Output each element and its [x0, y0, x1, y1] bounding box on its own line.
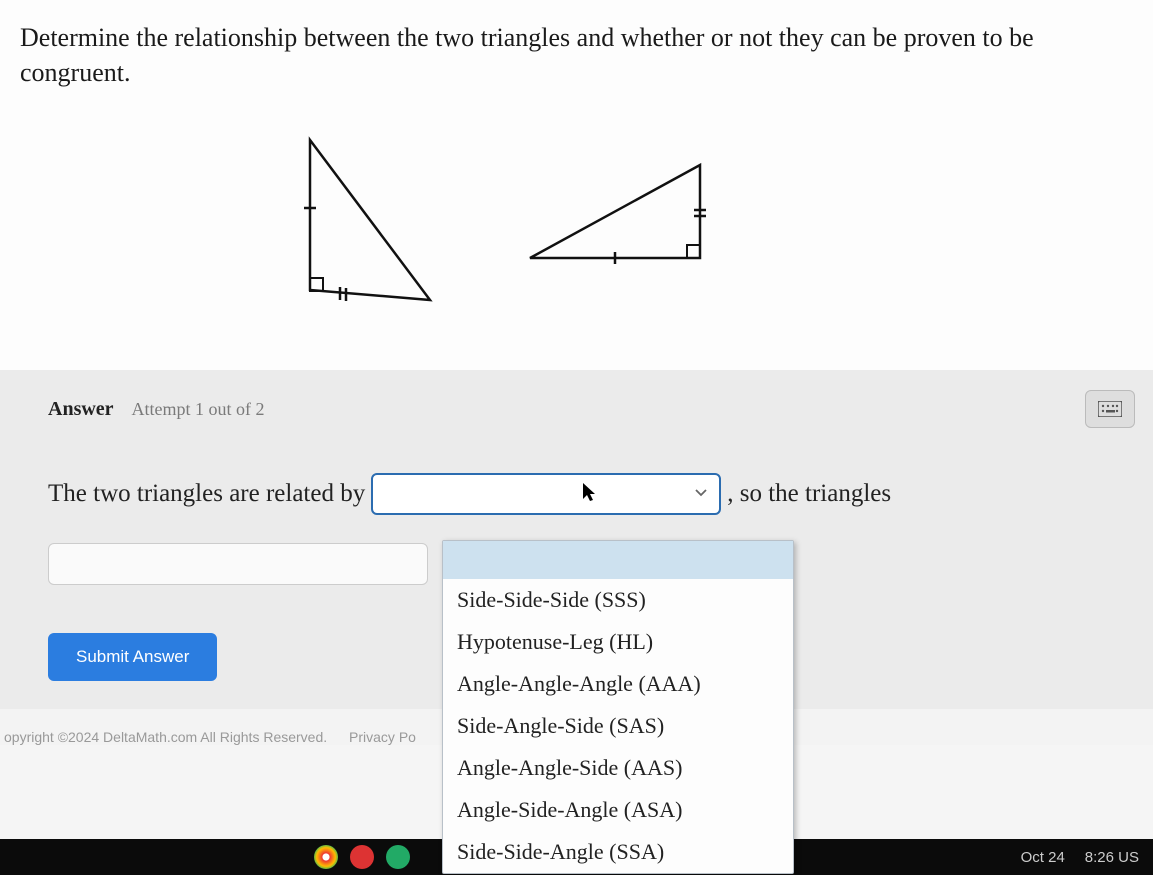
answer-header: Answer Attempt 1 out of 2 [48, 398, 1133, 421]
chevron-down-icon [695, 486, 707, 502]
attempt-text: Attempt 1 out of 2 [132, 399, 265, 420]
dropdown-option-hl[interactable]: Hypotenuse-Leg (HL) [443, 621, 793, 663]
cursor-icon [583, 483, 597, 509]
privacy-link[interactable]: Privacy Po [349, 729, 416, 745]
dropdown-option-sss[interactable]: Side-Side-Side (SSS) [443, 579, 793, 621]
taskbar-right: Oct 24 8:26 US [1021, 849, 1139, 866]
answer-label: Answer [48, 398, 114, 421]
app-icon-green[interactable] [386, 845, 410, 869]
taskbar-icons [314, 845, 410, 869]
dropdown-option-asa[interactable]: Angle-Side-Angle (ASA) [443, 789, 793, 831]
sentence-part-2: , so the triangles [727, 480, 891, 508]
triangle-left [280, 130, 440, 310]
chrome-icon[interactable] [314, 845, 338, 869]
dropdown-panel: Side-Side-Side (SSS) Hypotenuse-Leg (HL)… [442, 540, 794, 874]
copyright-text: opyright ©2024 DeltaMath.com All Rights … [4, 729, 327, 745]
sentence-part-1: The two triangles are related by [48, 480, 365, 508]
keyboard-button[interactable] [1085, 390, 1135, 428]
dropdown-option-blank[interactable] [443, 541, 793, 579]
conclusion-dropdown[interactable] [48, 543, 428, 585]
triangles-figure [20, 90, 1133, 340]
dropdown-option-aaa[interactable]: Angle-Angle-Angle (AAA) [443, 663, 793, 705]
taskbar-date: Oct 24 [1021, 849, 1065, 866]
relationship-dropdown[interactable] [371, 473, 721, 515]
dropdown-option-aas[interactable]: Angle-Angle-Side (AAS) [443, 747, 793, 789]
submit-button[interactable]: Submit Answer [48, 633, 217, 681]
app-icon-red[interactable] [350, 845, 374, 869]
dropdown-option-ssa[interactable]: Side-Side-Angle (SSA) [443, 831, 793, 873]
question-text: Determine the relationship between the t… [20, 20, 1133, 90]
dropdown-option-sas[interactable]: Side-Angle-Side (SAS) [443, 705, 793, 747]
question-area: Determine the relationship between the t… [0, 0, 1153, 370]
keyboard-icon [1098, 401, 1122, 417]
taskbar-time: 8:26 US [1085, 849, 1139, 866]
answer-sentence: The two triangles are related by , so th… [48, 473, 1133, 515]
triangle-right [520, 130, 720, 270]
